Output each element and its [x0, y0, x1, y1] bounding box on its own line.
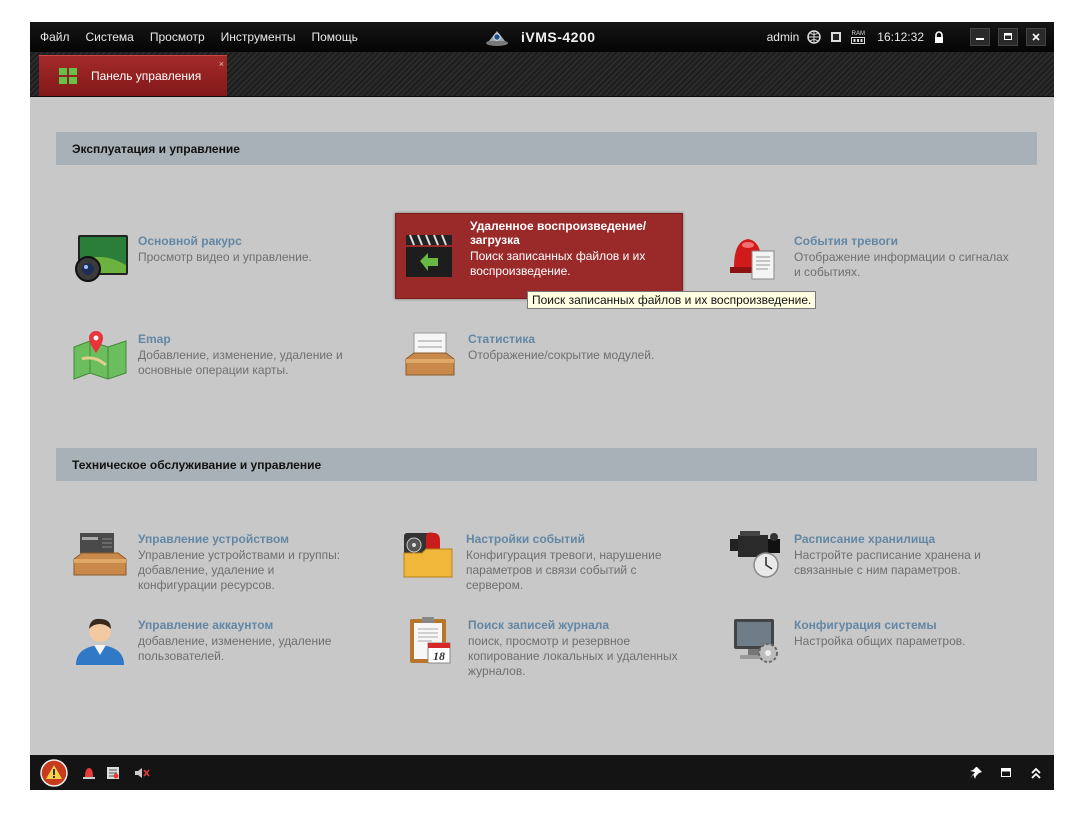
title-bar: Файл Система Просмотр Инструменты Помощь…	[30, 22, 1054, 52]
maximize-icon	[1004, 33, 1012, 40]
account-management-icon	[72, 615, 128, 667]
collapse-up-icon[interactable]	[1030, 766, 1042, 780]
minimize-icon	[976, 38, 984, 40]
module-desc: поиск, просмотр и резервное копирование …	[468, 634, 678, 678]
module-title: Основной ракурс	[138, 234, 242, 248]
remote-playback-icon	[404, 233, 460, 285]
storage-schedule-icon	[728, 529, 784, 581]
status-bar	[30, 755, 1054, 790]
module-desc: Поиск записанных файлов и их воспроизвед…	[470, 249, 646, 278]
module-main-view[interactable]: Основной ракурс Просмотр видео и управле…	[72, 231, 354, 283]
alarm-list-icon[interactable]	[106, 766, 120, 780]
app-title-text: iVMS-4200	[521, 29, 596, 45]
alarm-sound-icon[interactable]	[82, 766, 96, 780]
tab-close-icon[interactable]: ×	[219, 59, 224, 69]
section-header-maintenance: Техническое обслуживание и управление	[56, 448, 1037, 481]
module-statistics[interactable]: Статистика Отображение/сокрытие модулей.	[402, 329, 684, 381]
module-title: Emap	[138, 332, 171, 346]
calendar-day-number: 18	[433, 649, 445, 663]
close-button[interactable]	[1026, 28, 1046, 46]
ram-icon: RAM	[851, 30, 866, 44]
current-user: admin	[766, 30, 800, 44]
module-remote-playback[interactable]: Удаленное воспроизведение/ загрузка Поис…	[395, 213, 683, 299]
clock: 16:12:32	[877, 30, 924, 44]
menu-system[interactable]: Система	[86, 30, 134, 44]
module-title: События тревоги	[794, 234, 899, 248]
cpu-icon	[829, 30, 843, 44]
module-desc: добавление, изменение, удаление пользова…	[138, 634, 332, 663]
log-search-icon: 18	[402, 615, 458, 667]
window-mode-icon[interactable]	[1001, 768, 1011, 778]
minimize-button[interactable]	[970, 28, 990, 46]
module-storage-schedule[interactable]: Расписание хранилища Настройте расписани…	[728, 529, 1010, 581]
tab-control-panel[interactable]: Панель управления ×	[39, 55, 227, 96]
alarm-events-icon	[728, 231, 784, 283]
menu-view[interactable]: Просмотр	[150, 30, 205, 44]
device-management-icon	[72, 529, 128, 581]
status-area: admin RAM 16:12:32	[767, 22, 1046, 52]
network-icon	[807, 30, 822, 44]
module-event-settings[interactable]: Настройки событий Конфигурация тревоги, …	[400, 529, 682, 593]
module-title: Настройки событий	[466, 532, 585, 546]
module-title: Управление аккаунтом	[138, 618, 274, 632]
alarm-warning-icon[interactable]	[40, 759, 68, 787]
close-icon	[1032, 33, 1040, 41]
app-window: Файл Система Просмотр Инструменты Помощь…	[30, 22, 1054, 790]
emap-icon	[72, 329, 128, 381]
menu-bar: Файл Система Просмотр Инструменты Помощь	[40, 22, 358, 52]
module-title: Статистика	[468, 332, 536, 346]
menu-file[interactable]: Файл	[40, 30, 70, 44]
tab-label: Панель управления	[91, 69, 202, 83]
module-desc: Просмотр видео и управление.	[138, 250, 312, 264]
main-view-icon	[72, 231, 128, 283]
module-title: Поиск записей журнала	[468, 618, 610, 632]
module-title: Управление устройством	[138, 532, 290, 546]
module-title: Расписание хранилища	[794, 532, 936, 546]
module-log-search[interactable]: 18 Поиск записей журнала поиск, просмотр…	[402, 615, 684, 679]
pin-icon[interactable]	[969, 766, 983, 780]
module-account-management[interactable]: Управление аккаунтом добавление, изменен…	[72, 615, 354, 667]
module-title: Конфигурация системы	[794, 618, 937, 632]
control-panel-icon	[59, 68, 77, 84]
module-desc: Настройте расписание хранена и связанные…	[794, 548, 981, 577]
module-desc: Конфигурация тревоги, нарушение параметр…	[466, 548, 662, 592]
tooltip: Поиск записанных файлов и их воспроизвед…	[527, 291, 817, 309]
module-title: Удаленное воспроизведение/ загрузка	[470, 219, 647, 247]
event-settings-icon	[400, 529, 456, 581]
app-title: iVMS-4200	[485, 22, 596, 52]
mute-icon[interactable]	[134, 766, 150, 780]
module-device-management[interactable]: Управление устройством Управление устрой…	[72, 529, 354, 593]
module-desc: Управление устройствами и группы: добавл…	[138, 548, 341, 592]
module-desc: Добавление, изменение, удаление и основн…	[138, 348, 343, 377]
module-desc: Отображение информации о сигналах и собы…	[794, 250, 1009, 279]
module-emap[interactable]: Emap Добавление, изменение, удаление и о…	[72, 329, 354, 381]
app-logo-icon	[486, 31, 508, 46]
system-config-icon	[728, 615, 784, 667]
module-system-config[interactable]: Конфигурация системы Настройка общих пар…	[728, 615, 1010, 667]
maximize-button[interactable]	[998, 28, 1018, 46]
module-desc: Отображение/сокрытие модулей.	[468, 348, 655, 362]
module-desc: Настройка общих параметров.	[794, 634, 966, 648]
tab-bar: Панель управления ×	[30, 52, 1054, 97]
module-alarm-events[interactable]: События тревоги Отображение информации о…	[728, 231, 1010, 283]
menu-tools[interactable]: Инструменты	[221, 30, 296, 44]
menu-help[interactable]: Помощь	[311, 30, 357, 44]
statistics-icon	[402, 329, 458, 381]
lock-icon[interactable]	[932, 30, 946, 44]
section-header-operation: Эксплуатация и управление	[56, 132, 1037, 165]
